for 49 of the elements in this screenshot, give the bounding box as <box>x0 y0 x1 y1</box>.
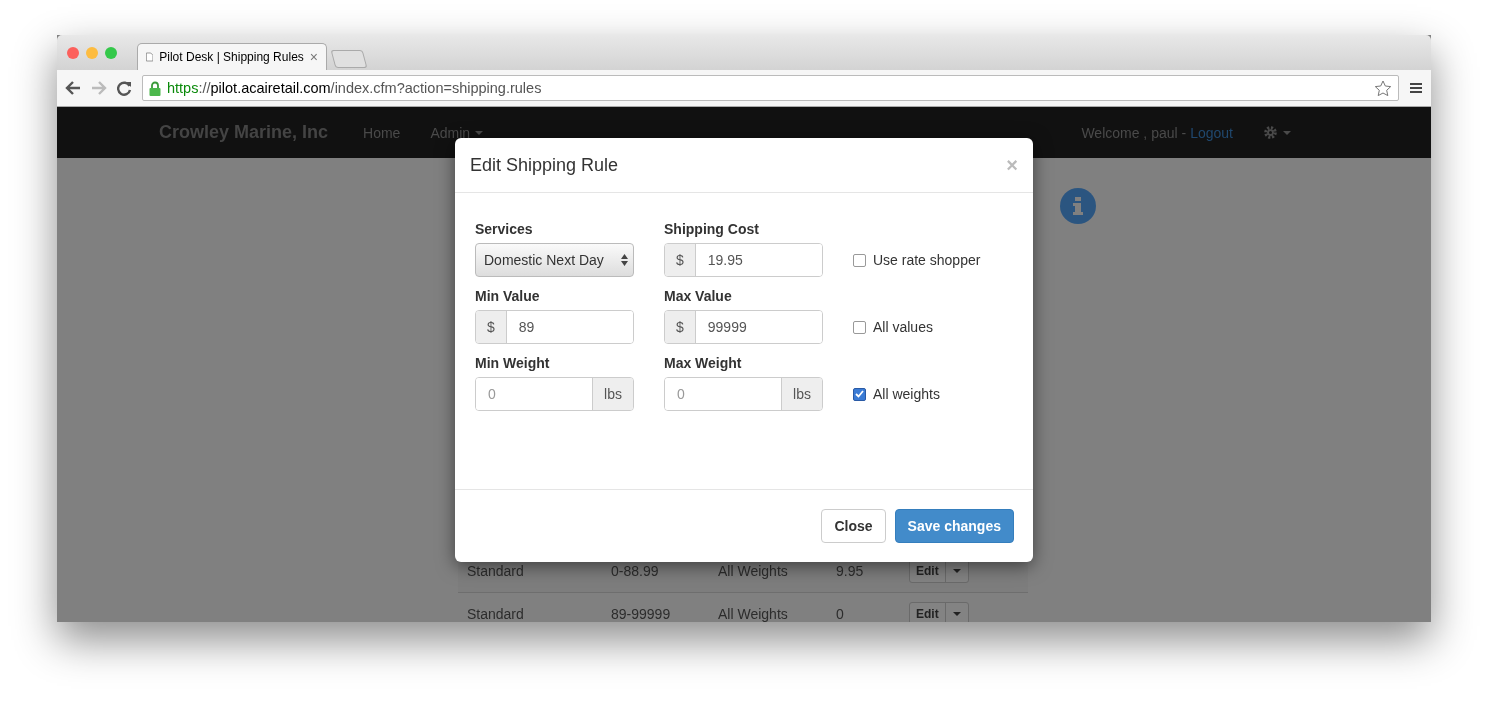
caret-icon <box>952 612 961 616</box>
reload-icon[interactable] <box>117 80 132 96</box>
page-icon <box>146 51 154 63</box>
field-label: Max Value <box>664 288 733 304</box>
caret-icon <box>475 130 484 135</box>
welcome-text: Welcome , paul - <box>1081 124 1187 141</box>
back-icon[interactable] <box>65 81 81 95</box>
table-cell-text: 9.95 <box>836 563 865 579</box>
checkbox-box[interactable] <box>853 387 866 401</box>
table-cell-text: All Weights <box>718 563 789 579</box>
settings-menu[interactable] <box>1263 125 1291 140</box>
dialog-title: Edit Shipping Rule <box>470 154 619 176</box>
table-cell-text: 0 <box>836 606 845 622</box>
table-cell-text: 0-88.99 <box>611 563 660 579</box>
field-label: Shipping Cost <box>664 221 760 237</box>
caret-icon <box>1283 130 1291 135</box>
updown-icon <box>621 254 628 266</box>
caret-icon <box>952 569 961 573</box>
table-cell-text: Standard <box>467 606 525 622</box>
checkbox[interactable]: All values <box>853 310 1013 344</box>
browser-tab[interactable]: Pilot Desk | Shipping Rules × <box>137 43 327 70</box>
checkbox-label: Use rate shopper <box>873 252 981 268</box>
checkbox[interactable]: All weights <box>853 377 1013 411</box>
star-icon[interactable] <box>1374 79 1392 97</box>
field-label: Min Value <box>475 288 541 304</box>
menu-icon[interactable] <box>1409 82 1423 94</box>
info-icon[interactable] <box>1060 188 1096 224</box>
save-button[interactable]: Save changes <box>894 509 1014 543</box>
field-label: Min Weight <box>475 355 551 371</box>
lock-icon <box>149 80 161 96</box>
close-window-button[interactable] <box>67 46 79 59</box>
checkbox-box[interactable] <box>853 253 866 267</box>
edit-split-button[interactable]: Edit <box>909 602 969 622</box>
checkbox-box[interactable] <box>853 320 866 334</box>
field-label: Max Weight <box>664 355 743 371</box>
forward-icon[interactable] <box>91 81 107 95</box>
close-tab-button[interactable]: × <box>309 49 318 65</box>
checkbox-label: All weights <box>873 386 940 402</box>
checkbox[interactable]: Use rate shopper <box>853 243 1013 277</box>
address-bar[interactable]: https://pilot.acairetail.com/index.cfm?action=shipping.rules <box>142 75 1399 101</box>
services-select[interactable]: Domestic Next Day <box>475 243 634 277</box>
field-label: Services <box>475 221 534 237</box>
table-cell-text: All Weights <box>718 606 789 622</box>
close-button[interactable]: Close <box>821 509 886 543</box>
table-cell-text: Standard <box>467 563 525 579</box>
table-cell-text: 89-99999 <box>611 606 672 622</box>
checkbox-label: All values <box>873 319 933 335</box>
new-tab-button[interactable] <box>330 50 368 68</box>
zoom-window-button[interactable] <box>105 46 117 59</box>
